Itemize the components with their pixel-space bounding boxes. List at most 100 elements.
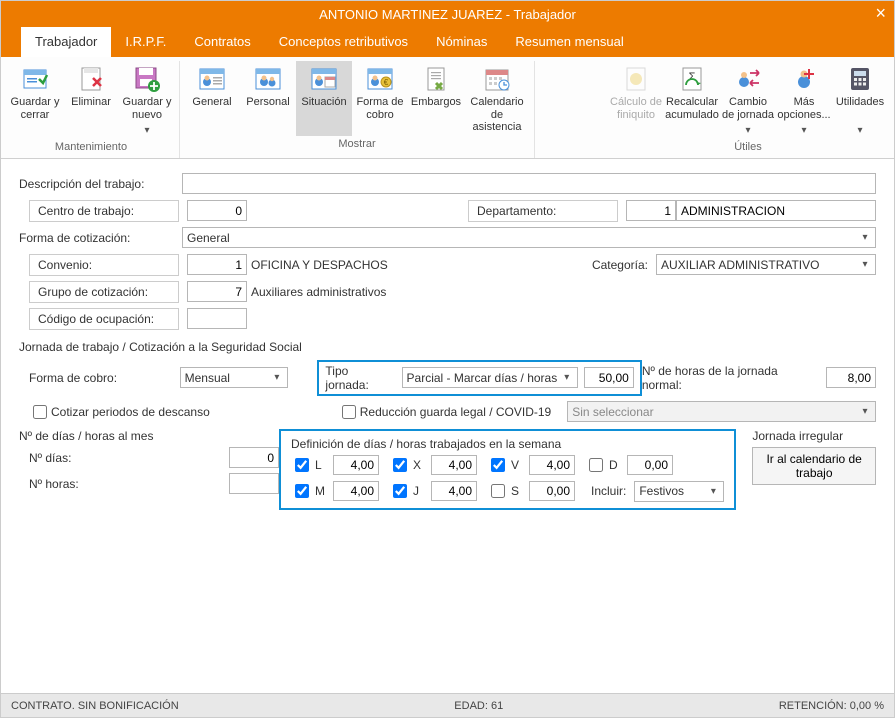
reduccion-label: Reducción guarda legal / COVID-19: [360, 405, 551, 419]
menubar: Trabajador I.R.P.F. Contratos Conceptos …: [1, 27, 894, 57]
general-button[interactable]: General: [184, 61, 240, 136]
day-d-label: D: [609, 458, 623, 472]
ir-calendario-button[interactable]: Ir al calendario de trabajo: [752, 447, 876, 485]
status-edad: EDAD: 61: [454, 700, 503, 712]
n-horas-input[interactable]: [229, 473, 279, 494]
departamento-label[interactable]: Departamento:: [468, 200, 618, 222]
day-s: S: [487, 481, 575, 501]
chevron-down-icon: ▾: [857, 259, 873, 270]
incluir-value: Festivos: [639, 484, 684, 498]
situacion-button[interactable]: Situación: [296, 61, 352, 136]
horas-normal-input[interactable]: [826, 367, 876, 388]
chevron-down-icon: ▾: [852, 125, 868, 137]
convenio-num[interactable]: [187, 254, 247, 275]
tipo-jornada-pct[interactable]: [584, 367, 634, 388]
centro-trabajo-num[interactable]: [187, 200, 247, 221]
grupo-cotizacion-label[interactable]: Grupo de cotización:: [29, 281, 179, 303]
utilidades-button[interactable]: Utilidades ▾: [832, 61, 888, 139]
tab-contratos[interactable]: Contratos: [180, 27, 264, 57]
utilidades-icon: [846, 65, 874, 93]
day-m-checkbox[interactable]: [295, 484, 309, 498]
day-m-value[interactable]: [333, 481, 379, 501]
day-v-checkbox[interactable]: [491, 458, 505, 472]
recalcular-button[interactable]: Σ Recalcular acumulado: [664, 61, 720, 139]
departamento-name[interactable]: [676, 200, 876, 221]
chevron-down-icon: ▾: [269, 372, 285, 383]
delete-icon: [77, 65, 105, 93]
close-icon[interactable]: ×: [875, 3, 886, 24]
recalcular-icon: Σ: [678, 65, 706, 93]
descripcion-input[interactable]: [182, 173, 876, 194]
save-close-button[interactable]: Guardar y cerrar: [7, 61, 63, 139]
day-l-checkbox[interactable]: [295, 458, 309, 472]
day-v: V: [487, 455, 575, 475]
grupo-cotizacion-num[interactable]: [187, 281, 247, 302]
day-s-checkbox[interactable]: [491, 484, 505, 498]
delete-label: Eliminar: [71, 96, 111, 122]
ribbon-group-mostrar: General Personal Situación € Forma de co…: [180, 61, 535, 158]
day-l: L: [291, 455, 379, 475]
tipo-jornada-label: Tipo jornada:: [325, 364, 393, 392]
embargos-button[interactable]: Embargos: [408, 61, 464, 136]
tab-trabajador[interactable]: Trabajador: [21, 27, 111, 57]
tipo-jornada-select[interactable]: Parcial - Marcar días / horas▾: [402, 367, 578, 388]
reduccion-value: Sin seleccionar: [572, 405, 653, 419]
chevron-down-icon: ▾: [857, 406, 873, 417]
tab-resumen[interactable]: Resumen mensual: [501, 27, 637, 57]
day-d-value[interactable]: [627, 455, 673, 475]
save-new-button[interactable]: Guardar y nuevo ▾: [119, 61, 175, 139]
mas-opciones-button[interactable]: Más opciones... ▾: [776, 61, 832, 139]
window: ANTONIO MARTINEZ JUAREZ - Trabajador × T…: [0, 0, 895, 718]
ribbon-group-label-maint: Mantenimiento: [55, 139, 127, 155]
day-l-label: L: [315, 458, 329, 472]
codigo-ocupacion-label[interactable]: Código de ocupación:: [29, 308, 179, 330]
reduccion-checkbox[interactable]: [342, 405, 356, 419]
form-area: Descripción del trabajo: Centro de traba…: [1, 159, 894, 694]
convenio-name: OFICINA Y DESPACHOS: [251, 258, 388, 272]
day-v-value[interactable]: [529, 455, 575, 475]
departamento-num[interactable]: [626, 200, 676, 221]
cotizar-descanso-checkbox[interactable]: [33, 405, 47, 419]
mas-opciones-icon: [790, 65, 818, 93]
general-label: General: [192, 96, 231, 122]
cambio-jornada-label: Cambio de jornada: [722, 96, 774, 122]
ribbon-group-label-utils: Útiles: [734, 139, 762, 155]
calendario-icon: [483, 65, 511, 93]
chevron-down-icon: ▾: [139, 125, 155, 137]
day-j: J: [389, 481, 477, 501]
day-d-checkbox[interactable]: [589, 458, 603, 472]
codigo-ocupacion-input[interactable]: [187, 308, 247, 329]
tab-nominas[interactable]: Nóminas: [422, 27, 501, 57]
save-close-label: Guardar y cerrar: [9, 96, 61, 122]
day-x-value[interactable]: [431, 455, 477, 475]
horas-normal-label: Nº de horas de la jornada normal:: [642, 364, 818, 392]
categoria-label: Categoría:: [592, 258, 648, 272]
chevron-down-icon: ▾: [857, 232, 873, 243]
calendario-button[interactable]: Calendario de asistencia: [464, 61, 530, 136]
status-retencion: RETENCIÓN: 0,00 %: [779, 700, 884, 712]
centro-trabajo-label[interactable]: Centro de trabajo:: [29, 200, 179, 222]
cambio-jornada-icon: [734, 65, 762, 93]
forma-cotizacion-select[interactable]: General▾: [182, 227, 876, 248]
forma-cobro-button[interactable]: € Forma de cobro: [352, 61, 408, 136]
cambio-jornada-button[interactable]: Cambio de jornada ▾: [720, 61, 776, 139]
day-s-value[interactable]: [529, 481, 575, 501]
day-l-value[interactable]: [333, 455, 379, 475]
incluir-select[interactable]: Festivos▾: [634, 481, 724, 502]
day-j-checkbox[interactable]: [393, 484, 407, 498]
forma-cobro-select[interactable]: Mensual ▾: [180, 367, 288, 388]
delete-button[interactable]: Eliminar: [63, 61, 119, 139]
forma-cobro-value: Mensual: [185, 371, 230, 385]
general-icon: [198, 65, 226, 93]
tab-irpf[interactable]: I.R.P.F.: [111, 27, 180, 57]
categoria-select[interactable]: AUXILIAR ADMINISTRATIVO▾: [656, 254, 876, 275]
day-s-label: S: [511, 484, 525, 498]
section-jornada-title: Jornada de trabajo / Cotización a la Seg…: [19, 340, 876, 354]
tab-conceptos[interactable]: Conceptos retributivos: [265, 27, 422, 57]
day-x-checkbox[interactable]: [393, 458, 407, 472]
day-j-value[interactable]: [431, 481, 477, 501]
n-dias-input[interactable]: [229, 447, 279, 468]
convenio-label[interactable]: Convenio:: [29, 254, 179, 276]
chevron-down-icon: ▾: [740, 125, 756, 137]
personal-button[interactable]: Personal: [240, 61, 296, 136]
